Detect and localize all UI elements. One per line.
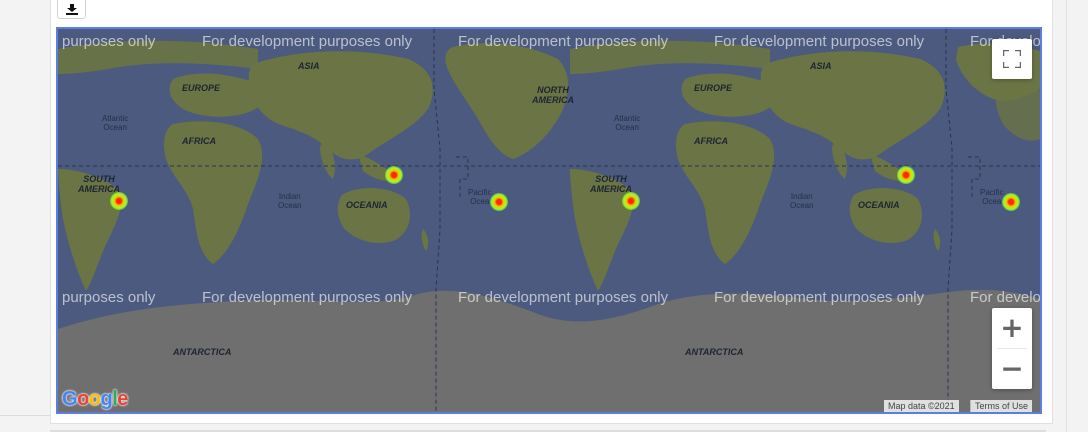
map-label-south-america: SOUTH AMERICA xyxy=(590,174,632,194)
map-label-antarctica: ANTARCTICA xyxy=(685,347,744,357)
map-label-pacific: Pacific Ocea xyxy=(980,188,1004,206)
heatmap-map[interactable]: purposes only For development purposes o… xyxy=(56,27,1042,414)
map-label-asia: ASIA xyxy=(298,61,320,71)
fullscreen-icon xyxy=(1003,50,1021,68)
map-label-europe: EUROPE xyxy=(694,83,733,93)
google-logo[interactable]: Google xyxy=(62,388,128,411)
heatmap-point xyxy=(490,193,508,211)
download-icon xyxy=(65,3,78,15)
map-label-pacific: Pacific Ocea xyxy=(468,188,492,206)
watermark: For development purposes only xyxy=(714,33,925,50)
map-label-oceania: OCEANIA xyxy=(346,200,388,210)
watermark: For development purposes only xyxy=(202,289,413,306)
terms-of-use-link[interactable]: Terms of Use xyxy=(970,400,1033,412)
map-label-indian: Indian Ocean xyxy=(790,192,814,210)
map-label-south-america: SOUTH AMERICA xyxy=(78,174,120,194)
map-data-attribution[interactable]: Map data ©2021 xyxy=(884,400,959,412)
watermark: For development purposes only xyxy=(714,289,925,306)
map-label-indian: Indian Ocean xyxy=(278,192,302,210)
heatmap-point xyxy=(110,192,128,210)
map-label-atlantic: Atlantic Ocean xyxy=(614,114,641,132)
divider xyxy=(1066,0,1067,432)
watermark: purposes only xyxy=(62,289,156,306)
map-label-asia: ASIA xyxy=(810,61,832,71)
map-label-antarctica: ANTARCTICA xyxy=(173,347,232,357)
zoom-out-button[interactable]: − xyxy=(992,349,1032,389)
map-label-atlantic: Atlantic Ocean xyxy=(102,114,129,132)
watermark: For development purposes only xyxy=(458,33,669,50)
watermark: purposes only xyxy=(62,33,156,50)
download-button[interactable] xyxy=(57,0,86,19)
zoom-control: + − xyxy=(992,308,1032,389)
watermark: For develo xyxy=(970,289,1041,306)
map-label-north-america: NORTH AMERICA xyxy=(532,85,574,105)
map-label-africa: AFRICA xyxy=(182,136,216,146)
watermark: For development purposes only xyxy=(458,289,669,306)
watermark: For development purposes only xyxy=(202,33,413,50)
fullscreen-button[interactable] xyxy=(992,39,1032,79)
heatmap-point xyxy=(622,192,640,210)
heatmap-point xyxy=(897,166,915,184)
map-label-europe: EUROPE xyxy=(182,83,221,93)
heatmap-point xyxy=(385,166,403,184)
divider xyxy=(0,415,50,416)
map-label-africa: AFRICA xyxy=(694,136,728,146)
zoom-in-button[interactable]: + xyxy=(992,308,1032,348)
map-label-oceania: OCEANIA xyxy=(858,200,900,210)
heatmap-point xyxy=(1002,193,1020,211)
left-gutter xyxy=(0,0,50,432)
